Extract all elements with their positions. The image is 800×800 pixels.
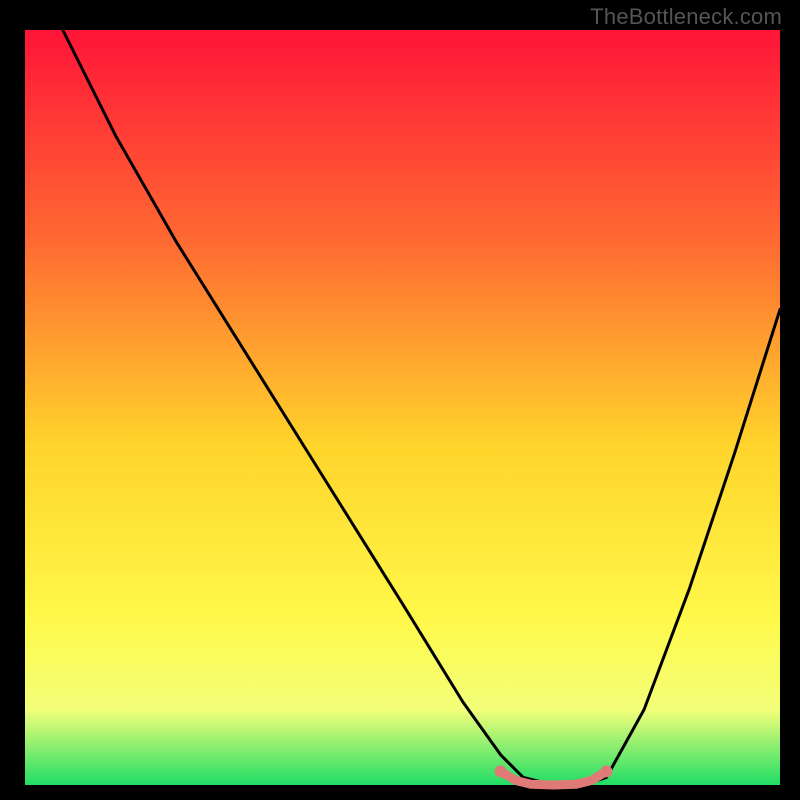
highlight-end-dot — [600, 765, 612, 777]
chart-stage: TheBottleneck.com — [0, 0, 800, 800]
gradient-background — [25, 30, 780, 785]
highlight-start-dot — [495, 765, 507, 777]
watermark-text: TheBottleneck.com — [590, 4, 782, 30]
bottleneck-chart — [0, 0, 800, 800]
